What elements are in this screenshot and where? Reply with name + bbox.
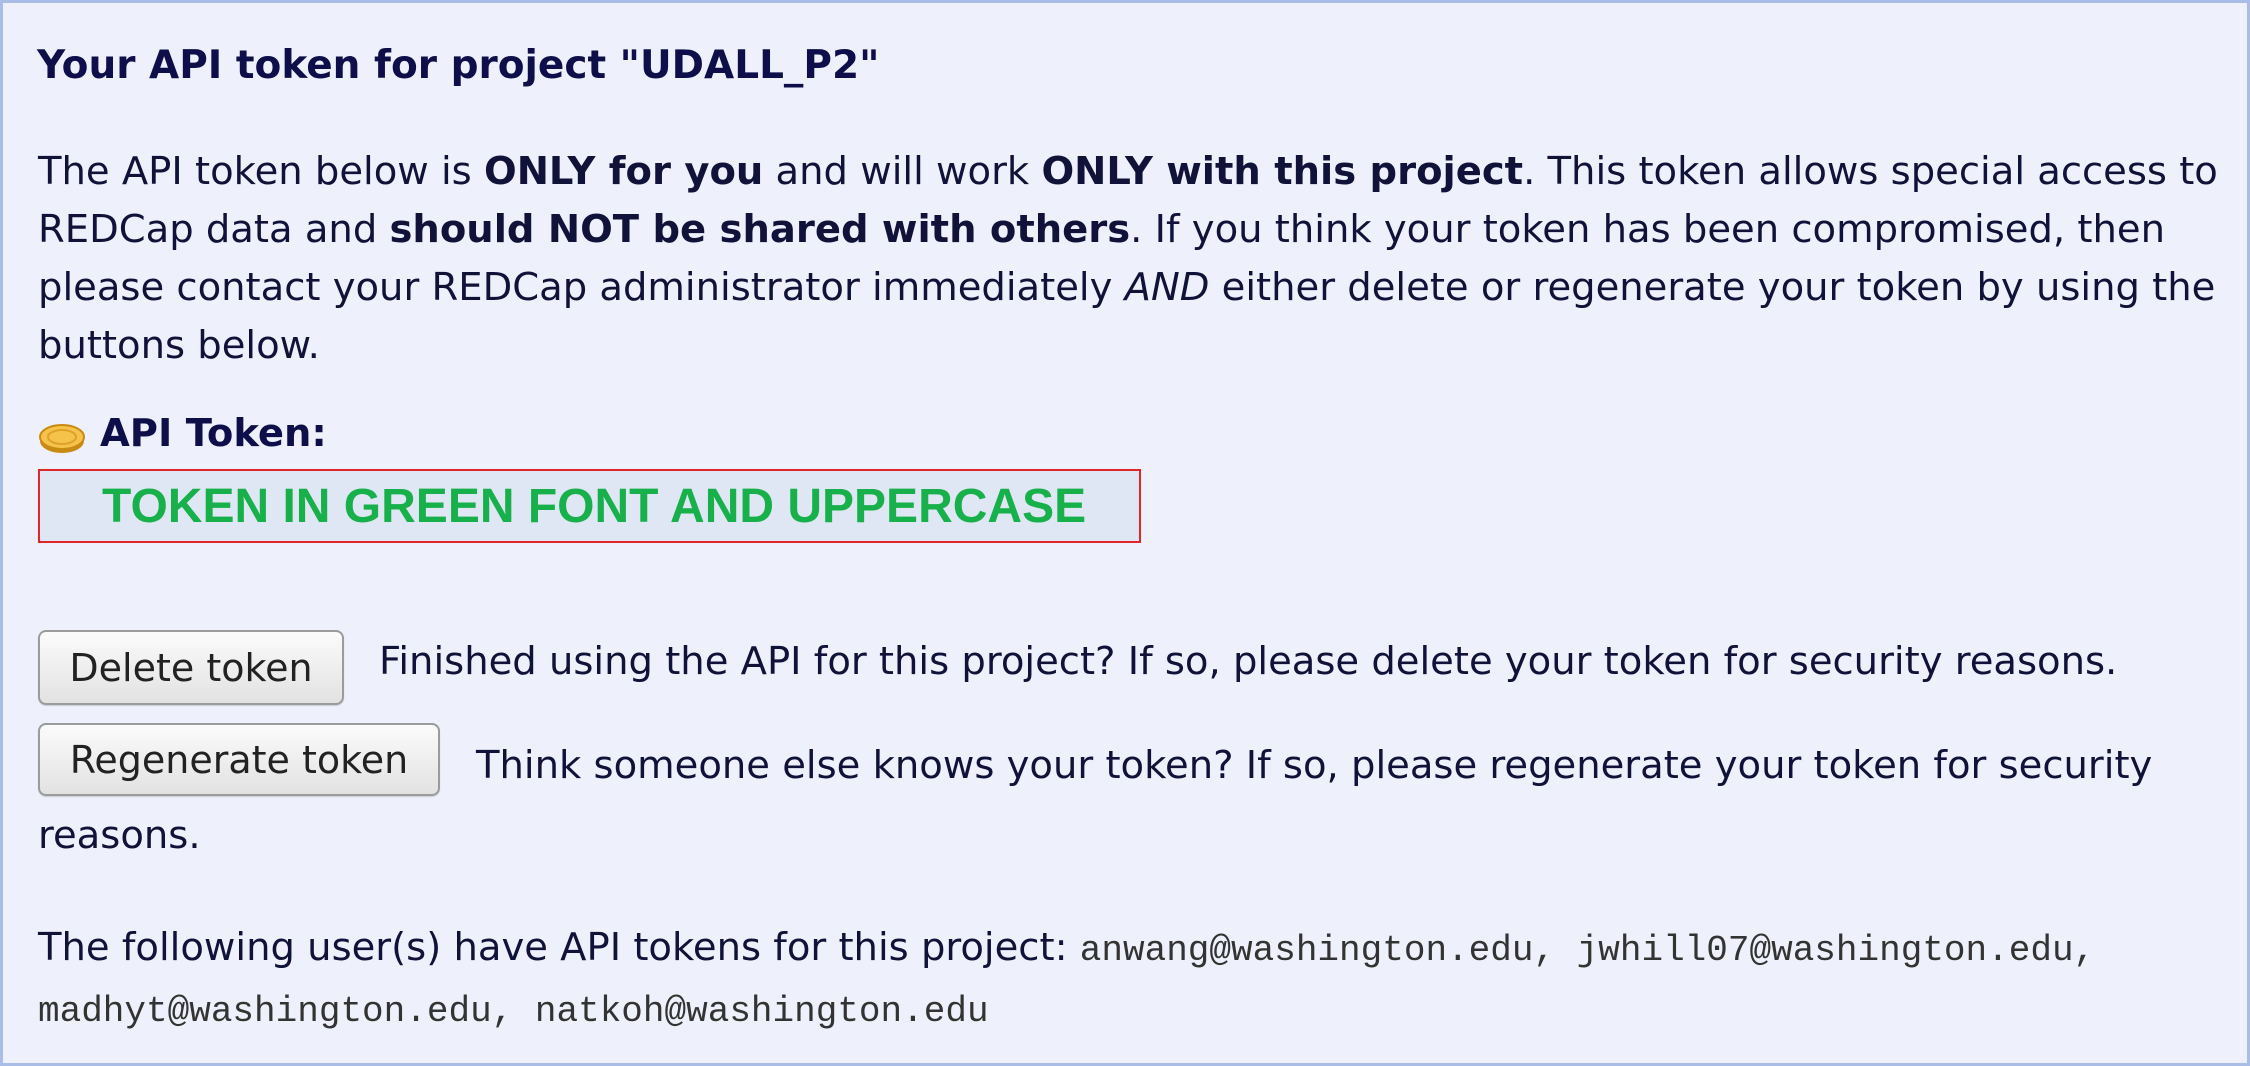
api-token-label-row: API Token: (38, 411, 327, 456)
regenerate-token-description: Think someone else knows your token? If … (38, 743, 2153, 858)
intro-emphasis-only-for-you: ONLY for you (483, 149, 764, 194)
delete-token-description: Finished using the API for this project?… (379, 639, 2118, 684)
token-users-label: The following user(s) have API tokens fo… (38, 925, 1080, 970)
page-title: Your API token for project "UDALL_P2" (37, 43, 880, 88)
intro-emphasis-and: AND (1124, 265, 1210, 310)
intro-text: The API token below is ONLY for you and … (38, 143, 2228, 375)
coin-icon (38, 419, 86, 453)
api-token-box[interactable]: TOKEN IN GREEN FONT AND UPPERCASE (38, 469, 1141, 543)
api-token-label: API Token: (100, 411, 327, 456)
intro-emphasis-not-shared: should NOT be shared with others (389, 207, 1131, 252)
api-token-panel: Your API token for project "UDALL_P2" Th… (0, 0, 2250, 1066)
intro-text-part: and will work (763, 149, 1042, 194)
delete-token-button[interactable]: Delete token (38, 630, 344, 705)
api-token-value[interactable]: TOKEN IN GREEN FONT AND UPPERCASE (102, 477, 1086, 537)
intro-emphasis-only-this-project: ONLY with this project (1041, 149, 1524, 194)
intro-text-part: The API token below is (38, 149, 484, 194)
token-users-list: The following user(s) have API tokens fo… (38, 919, 2228, 1041)
